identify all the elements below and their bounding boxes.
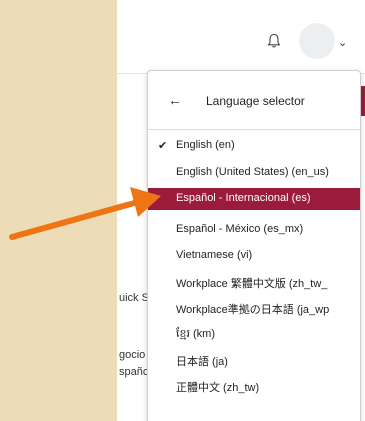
background-text: spañc (119, 366, 149, 378)
language-option-label: Español - México (es_mx) (176, 223, 304, 235)
language-option-label: English (United States) (en_us) (176, 166, 329, 178)
language-option-label: 日本語 (ja) (176, 356, 228, 368)
top-navbar: ⌄ (117, 0, 365, 74)
menu-header: ← Language selector (148, 71, 360, 130)
language-option[interactable]: Vietnamese (vi) (148, 245, 360, 267)
arrow-left-icon[interactable]: ← (168, 92, 182, 108)
language-option[interactable]: ខ្មែរ (km) (148, 323, 360, 345)
language-option-label: Workplace準拠の日本語 (ja_wp (176, 304, 330, 316)
language-option-label: Vietnamese (vi) (176, 249, 253, 261)
check-icon: ✔ (158, 140, 168, 152)
background-text: uick S (119, 292, 149, 304)
avatar[interactable] (299, 23, 335, 59)
language-option[interactable]: Español - México (es_mx) (148, 219, 360, 241)
language-option[interactable]: English (United States) (en_us) (148, 162, 360, 184)
language-option-label: Workplace 繁體中文版 (zh_tw_ (176, 278, 328, 290)
background-text: gocio (119, 349, 146, 361)
bell-icon[interactable] (267, 33, 281, 49)
language-option[interactable]: Workplace準拠の日本語 (ja_wp (148, 297, 360, 319)
language-option[interactable]: Workplace 繁體中文版 (zh_tw_ (148, 271, 360, 293)
language-option-label: English (en) (176, 139, 235, 151)
language-option-highlighted[interactable]: Español - Internacional (es) (148, 188, 360, 210)
language-option-label: ខ្មែរ (km) (176, 328, 216, 340)
language-option[interactable]: 日本語 (ja) (148, 349, 360, 371)
language-option-label: 正體中文 (zh_tw) (176, 382, 260, 394)
menu-title: Language selector (206, 94, 305, 108)
app-window: ⌄ uick S gocio spañc ← Language selector… (117, 0, 365, 421)
language-option-label: Español - Internacional (es) (176, 192, 311, 204)
language-selector-menu: ← Language selector ✔ English (en) Engli… (147, 70, 361, 421)
chevron-down-icon[interactable]: ⌄ (338, 36, 347, 49)
language-option[interactable]: ✔ English (en) (148, 135, 360, 157)
language-option[interactable]: 正體中文 (zh_tw) (148, 375, 360, 397)
